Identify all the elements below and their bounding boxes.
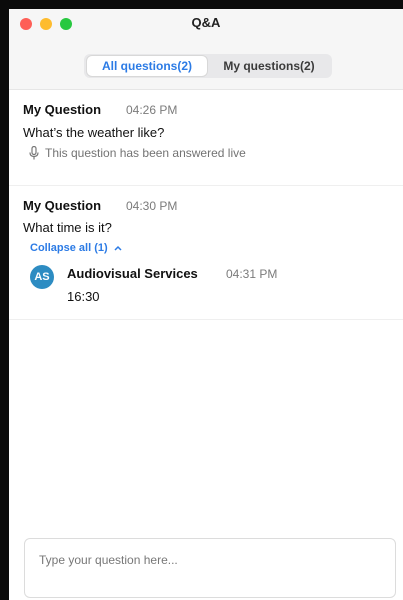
question-filter-tabs: All questions(2) My questions(2) [84,54,332,78]
qa-window: Q&A All questions(2) My questions(2) My … [9,9,403,600]
window-title: Q&A [191,15,221,30]
question-time: 04:30 PM [126,199,178,213]
chevron-up-icon [114,245,122,251]
avatar: AS [30,265,54,289]
question-text: What time is it? [23,220,112,235]
title-bar: Q&A [9,9,403,36]
microphone-icon [29,146,39,160]
question-input-box [24,538,396,598]
answer-author: Audiovisual Services [67,266,198,281]
collapse-all-label: Collapse all (1) [30,242,108,254]
question-item: My Question 04:30 PM What time is it? Co… [9,186,403,320]
collapse-all-button[interactable]: Collapse all (1) [30,242,122,254]
tab-all-questions[interactable]: All questions(2) [87,56,207,76]
screen-frame: Q&A All questions(2) My questions(2) My … [0,0,403,600]
answer-text: 16:30 [67,289,100,304]
answer-time: 04:31 PM [226,267,278,281]
question-item: My Question 04:26 PM What’s the weather … [9,90,403,186]
question-author: My Question [23,198,102,213]
question-author: My Question [23,102,102,117]
answered-live-status: This question has been answered live [29,146,246,160]
question-time: 04:26 PM [126,103,178,117]
questions-list: My Question 04:26 PM What’s the weather … [9,90,403,530]
tab-my-questions[interactable]: My questions(2) [209,56,329,76]
question-text: What’s the weather like? [23,125,165,140]
tabs-area: All questions(2) My questions(2) [9,36,403,90]
question-input[interactable] [37,549,387,571]
answered-status-text: This question has been answered live [45,146,246,160]
